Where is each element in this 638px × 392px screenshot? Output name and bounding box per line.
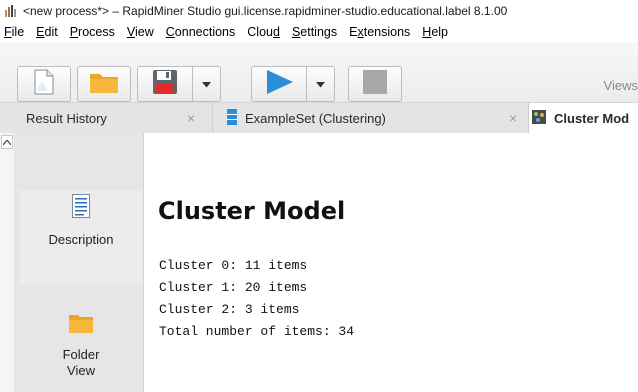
- menu-extensions[interactable]: Extensions: [343, 25, 416, 39]
- menu-file[interactable]: File: [0, 25, 30, 39]
- new-document-icon: [34, 69, 54, 100]
- tab-result-history[interactable]: Result History ×: [0, 103, 213, 133]
- stop-process-button[interactable]: [348, 66, 402, 102]
- total-items-line: Total number of items: 34: [159, 324, 355, 339]
- view-folder-view[interactable]: Folder View: [20, 312, 142, 392]
- view-folder-view-label: Folder View: [62, 347, 100, 378]
- open-process-button[interactable]: [77, 66, 131, 102]
- menu-edit[interactable]: Edit: [30, 25, 64, 39]
- cluster-line: Cluster 2: 3 items: [159, 302, 300, 317]
- tab-label: Result History: [26, 110, 107, 126]
- window-title: <new process*> – RapidMiner Studio gui.l…: [23, 4, 508, 18]
- menu-bar: File Edit Process View Connections Cloud…: [0, 22, 638, 42]
- menu-process[interactable]: Process: [64, 25, 121, 39]
- scroll-up-button[interactable]: [1, 135, 13, 149]
- chevron-down-icon: [202, 75, 211, 93]
- save-dropdown-button[interactable]: [193, 66, 221, 102]
- folder-icon: [89, 70, 119, 99]
- page-title: Cluster Model: [158, 197, 346, 225]
- save-process-button[interactable]: [137, 66, 193, 102]
- result-tab-strip: Result History × ExampleSet (Clustering)…: [0, 103, 638, 134]
- view-selector-gutter: [0, 133, 14, 392]
- tab-exampleset-clustering[interactable]: ExampleSet (Clustering) ×: [213, 103, 529, 133]
- run-dropdown-button[interactable]: [307, 66, 335, 102]
- play-icon: [264, 69, 294, 100]
- chevron-down-icon: [316, 75, 325, 93]
- menu-help[interactable]: Help: [416, 25, 454, 39]
- close-icon[interactable]: ×: [187, 110, 195, 126]
- menu-view[interactable]: View: [121, 25, 160, 39]
- tab-label: ExampleSet (Clustering): [245, 110, 386, 126]
- table-icon: [227, 108, 237, 128]
- cluster-line: Cluster 0: 11 items: [159, 258, 308, 273]
- cluster-model-icon: [532, 109, 546, 127]
- view-description[interactable]: Description: [20, 190, 142, 285]
- views-label[interactable]: Views: [604, 78, 638, 93]
- new-process-button[interactable]: [17, 66, 71, 102]
- cluster-summary: Cluster 0: 11 items Cluster 1: 20 items …: [159, 255, 354, 343]
- close-icon[interactable]: ×: [509, 110, 517, 126]
- menu-settings[interactable]: Settings: [286, 25, 343, 39]
- title-bar: <new process*> – RapidMiner Studio gui.l…: [0, 0, 638, 22]
- cluster-model-panel: Cluster Model Cluster 0: 11 items Cluste…: [144, 133, 638, 392]
- menu-cloud[interactable]: Cloud: [241, 25, 286, 39]
- run-process-button[interactable]: [251, 66, 307, 102]
- rapidminer-app-icon: [4, 4, 18, 18]
- cluster-line: Cluster 1: 20 items: [159, 280, 308, 295]
- folder-icon: [68, 312, 94, 337]
- save-disk-icon: [152, 69, 178, 100]
- tab-cluster-model[interactable]: Cluster Mod: [529, 103, 638, 133]
- view-description-label: Description: [48, 232, 114, 247]
- chevron-up-icon: [2, 137, 12, 147]
- document-icon: [72, 194, 90, 221]
- tab-label: Cluster Mod: [554, 110, 630, 126]
- menu-connections[interactable]: Connections: [160, 25, 242, 39]
- stop-icon: [362, 69, 388, 100]
- toolbar: Views: [0, 42, 638, 103]
